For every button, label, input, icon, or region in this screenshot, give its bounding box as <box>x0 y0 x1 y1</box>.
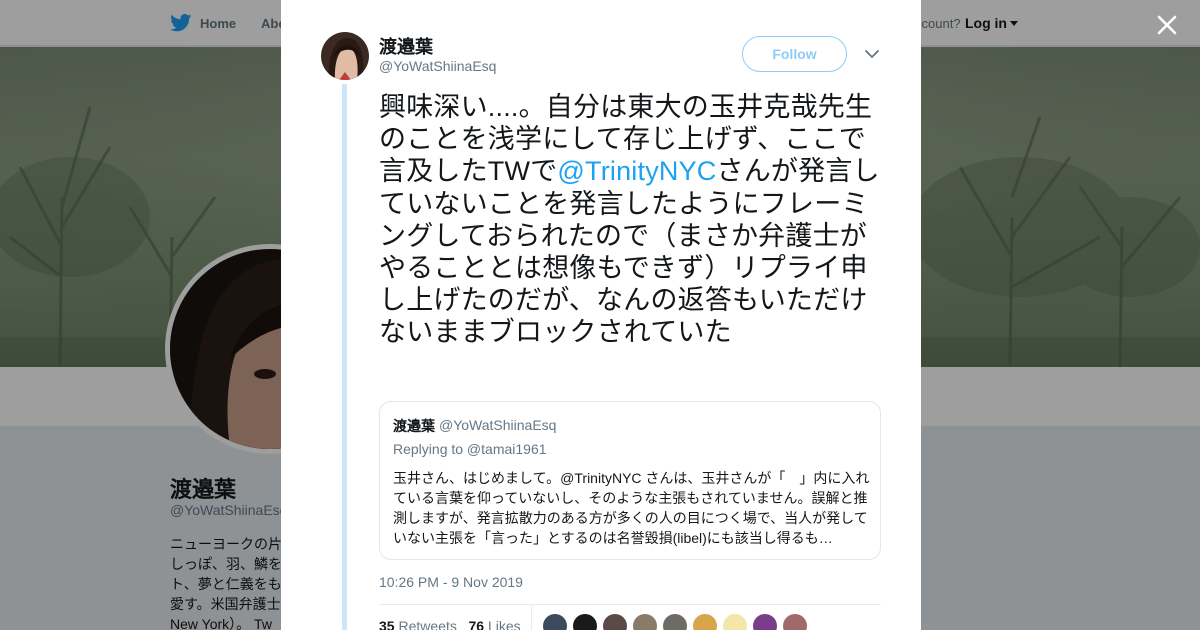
thread-line <box>342 84 347 630</box>
retweets-label: Retweets <box>398 618 457 630</box>
tweet-timestamp[interactable]: 10:26 PM - 9 Nov 2019 <box>379 574 523 590</box>
tweet-options-button[interactable] <box>864 47 880 61</box>
tweet-stats: 35 Retweets 76 Likes <box>379 618 521 630</box>
liker-avatar[interactable] <box>573 614 597 630</box>
quoted-author-handle: @YoWatShiinaEsq <box>439 417 557 433</box>
tweet-modal: 渡邉葉 @YoWatShiinaEsq Follow 興味深い....。自分は東… <box>281 0 921 630</box>
liker-avatar[interactable] <box>693 614 717 630</box>
tweet-author-name[interactable]: 渡邉葉 <box>379 33 433 59</box>
liker-avatar[interactable] <box>543 614 567 630</box>
retweets-count: 35 <box>379 618 395 630</box>
quoted-tweet-text: 玉井さん、はじめまして。@TrinityNYC さんは、玉井さんが「 」内に入れ… <box>393 470 870 546</box>
quoted-replying-to: Replying to @tamai1961 <box>393 441 547 457</box>
liker-avatar[interactable] <box>663 614 687 630</box>
liker-avatar[interactable] <box>633 614 657 630</box>
follow-button[interactable]: Follow <box>742 36 847 72</box>
tweet-text: 興味深い....。自分は東大の玉井克哉先生のことを浅学にして存じ上げず、ここで言… <box>379 91 884 349</box>
stats-divider <box>379 604 881 605</box>
quoted-author-name: 渡邉葉 <box>393 418 435 434</box>
tweet-author-handle[interactable]: @YoWatShiinaEsq <box>379 58 496 74</box>
likes-count: 76 <box>468 618 485 630</box>
likes-stat[interactable]: 76 Likes <box>469 618 521 630</box>
stats-separator <box>531 604 532 630</box>
tweet-author-avatar[interactable] <box>321 32 369 80</box>
liker-avatar[interactable] <box>753 614 777 630</box>
close-modal-button[interactable] <box>1154 12 1180 38</box>
quoted-tweet-card[interactable]: 渡邉葉 @YoWatShiinaEsq Replying to @tamai19… <box>379 401 881 560</box>
retweets-stat[interactable]: 35 Retweets <box>379 618 457 630</box>
close-icon <box>1157 15 1177 35</box>
likers-avatars <box>543 614 807 630</box>
liker-avatar[interactable] <box>783 614 807 630</box>
likes-label: Likes <box>487 618 521 630</box>
author-portrait-image <box>321 32 369 80</box>
liker-avatar[interactable] <box>603 614 627 630</box>
chevron-down-icon <box>865 50 879 58</box>
liker-avatar[interactable] <box>723 614 747 630</box>
mention-link[interactable]: @TrinityNYC <box>557 156 716 186</box>
